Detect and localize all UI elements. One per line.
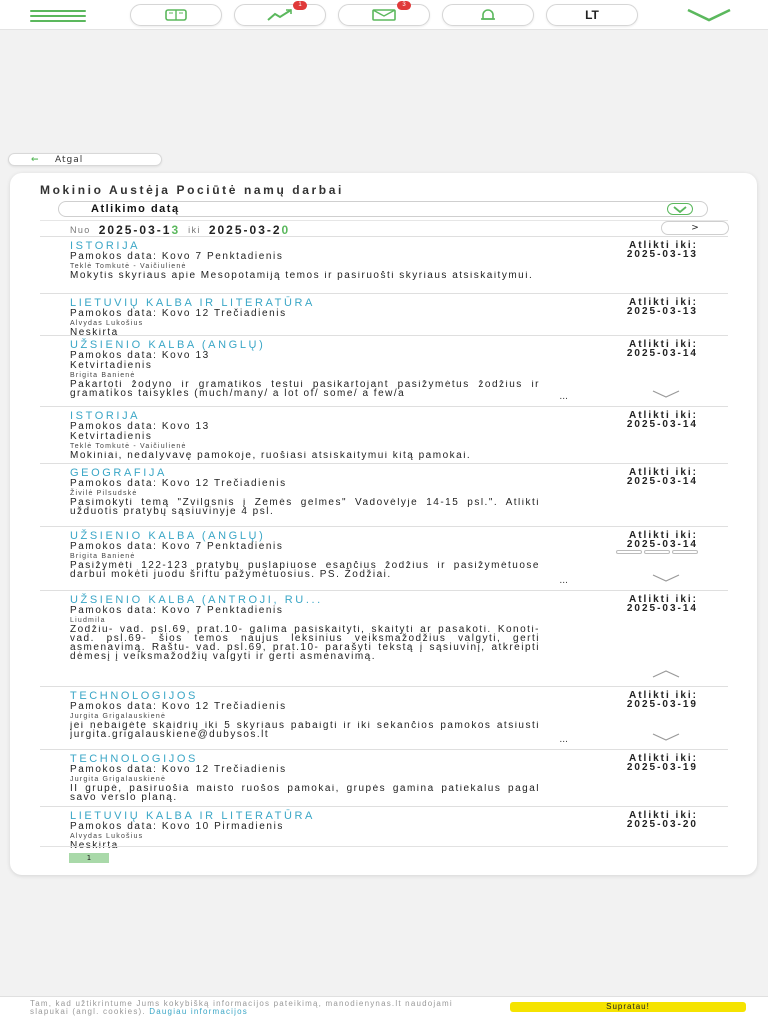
cookie-accept-button[interactable]: Supratau! (510, 1002, 746, 1012)
cookie-more-link[interactable]: Daugiau informacijos (149, 1007, 248, 1016)
homework-item[interactable]: UŽSIENIO KALBA (ANGLŲ) Pamokos data: Kov… (40, 526, 728, 590)
homework-item[interactable]: UŽSIENIO KALBA (ANTROJI, RU... Pamokos d… (40, 590, 728, 686)
homework-teacher: Jurgita Grigalauskienė (70, 713, 167, 720)
homework-item[interactable]: UŽSIENIO KALBA (ANGLŲ) Pamokos data: Kov… (40, 335, 728, 406)
chevron-down-icon[interactable] (652, 390, 680, 398)
language-label: LT (585, 8, 599, 22)
homework-description: Pasižymėti 122-123 pratybų puslapiuose e… (70, 561, 540, 580)
homework-due: Atlikti iki: 2025-03-19 (626, 753, 698, 773)
homework-more: ... (559, 576, 568, 586)
divider (40, 846, 728, 847)
homework-more: ... (559, 392, 568, 402)
sort-select-value: Atlikimo datą (91, 203, 180, 215)
messages-button[interactable]: 3 (338, 1, 430, 26)
envelope-icon (372, 9, 396, 21)
homework-item[interactable]: ISTORIJA Pamokos data: Kovo 13 Ketvirtad… (40, 406, 728, 463)
homework-teacher: Teklė Tomkutė - Vaičiulienė (70, 443, 187, 450)
homework-lesson-day: Ketvirtadienis (70, 431, 153, 442)
homework-lesson-day: Ketvirtadienis (70, 360, 153, 371)
homework-description: Pasimokyti temą "Žvilgsnis į Žemės gelme… (70, 498, 540, 517)
attachment-indicator (616, 550, 698, 554)
cookie-banner: Tam, kad užtikrintume Jums kokybišką inf… (0, 996, 768, 1024)
homework-teacher: Živilė Pilsudskė (70, 490, 138, 497)
progress-button[interactable]: 1 (234, 1, 326, 26)
homework-description: Pakartoti žodyno ir gramatikos testui pa… (70, 380, 540, 399)
progress-badge: 1 (293, 1, 307, 10)
homework-item[interactable]: ISTORIJA Pamokos data: Kovo 7 Penktadien… (40, 236, 728, 293)
homework-teacher: Brigita Banienė (70, 372, 136, 379)
notifications-button[interactable] (442, 4, 534, 26)
homework-item[interactable]: TECHNOLOGIJOS Pamokos data: Kovo 12 Treč… (40, 686, 728, 749)
homework-teacher: Teklė Tomkutė - Vaičiulienė (70, 263, 187, 270)
range-to-label: iki (188, 225, 201, 235)
homework-list: ISTORIJA Pamokos data: Kovo 7 Penktadien… (40, 236, 728, 850)
homework-description: Mokytis skyriaus apie Mesopotamiją temos… (70, 271, 534, 281)
homework-description: jei nebaigėte skaidrių iki 5 skyriaus pa… (70, 721, 540, 740)
homework-teacher: Alvydas Lukošius (70, 833, 144, 840)
homework-more: ... (559, 735, 568, 745)
homework-teacher: Jurgita Grigalauskienė (70, 776, 167, 783)
homework-due: Atlikti iki: 2025-03-14 (626, 410, 698, 430)
page-button-1[interactable]: 1 (69, 853, 109, 863)
chevron-up-icon[interactable] (652, 670, 680, 678)
range-to-date[interactable]: 2025-03-20 (209, 223, 290, 237)
homework-item[interactable]: GEOGRAFIJA Pamokos data: Kovo 12 Trečiad… (40, 463, 728, 526)
page-title: Mokinio Austėja Pociūtė namų darbai (40, 183, 344, 197)
bell-icon (481, 9, 495, 20)
messages-badge: 3 (397, 1, 411, 10)
homework-due: Atlikti iki: 2025-03-14 (626, 467, 698, 487)
homework-due: Atlikti iki: 2025-03-13 (626, 297, 698, 317)
homework-teacher: Alvydas Lukošius (70, 320, 144, 327)
chevron-down-icon (667, 203, 693, 215)
chevron-down-icon[interactable] (652, 574, 680, 582)
diary-button[interactable] (130, 4, 222, 26)
homework-due: Atlikti iki: 2025-03-20 (626, 810, 698, 830)
range-from-label: Nuo (70, 225, 91, 235)
homework-due: Atlikti iki: 2025-03-13 (626, 240, 698, 260)
trend-up-icon (267, 9, 292, 21)
homework-due: Atlikti iki: 2025-03-14 (626, 339, 698, 359)
book-icon (165, 9, 187, 21)
date-range: Nuo 2025-03-13 iki 2025-03-20 (70, 223, 290, 237)
language-button[interactable]: LT (546, 4, 638, 26)
chevron-right-icon: > (691, 223, 699, 233)
homework-due: Atlikti iki: 2025-03-14 (626, 594, 698, 614)
back-button[interactable]: ← Atgal (8, 153, 162, 166)
range-from-date[interactable]: 2025-03-13 (99, 223, 180, 237)
homework-item[interactable]: TECHNOLOGIJOS Pamokos data: Kovo 12 Treč… (40, 749, 728, 806)
divider (40, 220, 728, 221)
homework-item[interactable]: LIETUVIŲ KALBA IR LITERATŪRA Pamokos dat… (40, 293, 728, 337)
homework-due: Atlikti iki: 2025-03-19 (626, 690, 698, 710)
arrow-left-icon: ← (31, 155, 40, 165)
chevron-down-icon[interactable] (652, 733, 680, 741)
homework-teacher: Liudmila (70, 617, 106, 624)
menu-icon[interactable] (30, 10, 86, 22)
next-week-button[interactable]: > (661, 221, 729, 235)
back-label: Atgal (55, 154, 84, 165)
chevron-down-icon[interactable] (686, 8, 732, 22)
top-navigation: 1 3 LT (0, 0, 768, 30)
sort-select[interactable]: Atlikimo datą (58, 201, 708, 217)
homework-description: Žodžiu- vad. psl.69, prat.10- galima pas… (70, 625, 540, 662)
homework-panel: Mokinio Austėja Pociūtė namų darbai Atli… (10, 173, 757, 875)
cookie-text: Tam, kad užtikrintume Jums kokybišką inf… (30, 999, 453, 1016)
homework-item[interactable]: LIETUVIŲ KALBA IR LITERATŪRA Pamokos dat… (40, 806, 728, 850)
homework-due: Atlikti iki: 2025-03-14 (626, 530, 698, 550)
